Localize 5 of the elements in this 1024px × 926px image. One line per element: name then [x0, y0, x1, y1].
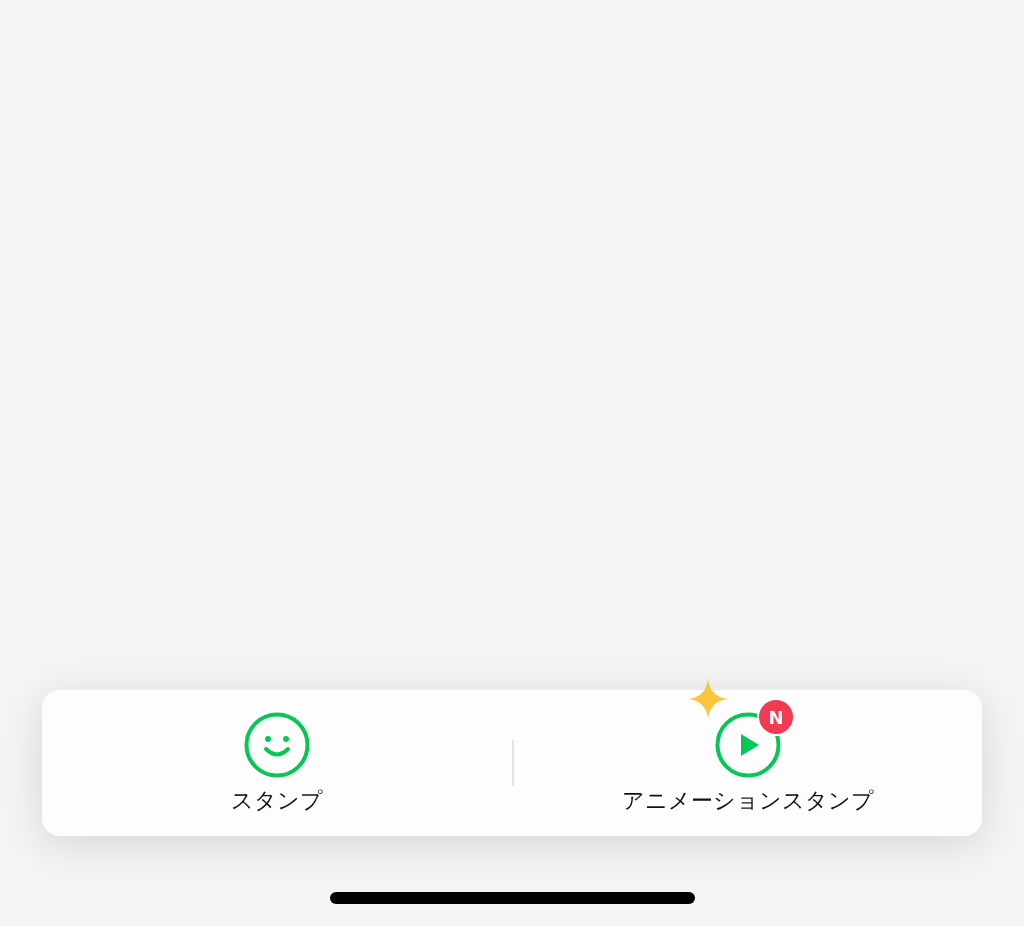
sticker-option[interactable]: スタンプ	[42, 690, 512, 836]
play-icon	[715, 712, 781, 778]
new-badge: N	[757, 698, 795, 736]
smiley-icon	[244, 712, 310, 778]
sticker-option[interactable]: N アニメーションスタンプ	[514, 690, 982, 836]
